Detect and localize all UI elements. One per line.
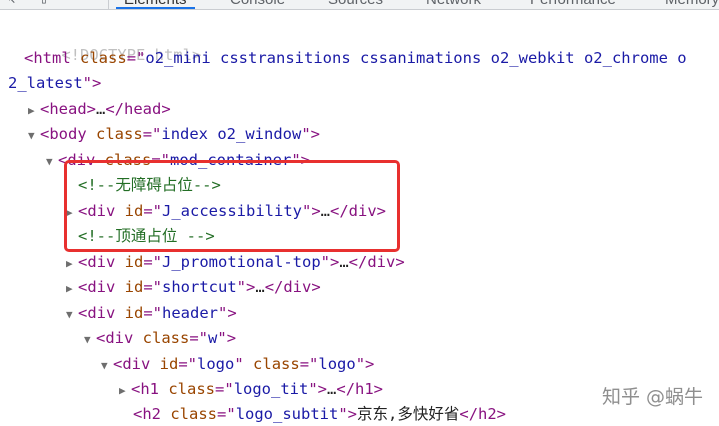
tab-console[interactable]: Console	[230, 0, 285, 9]
div-logo-node[interactable]: ▼ <div id="logo" class="logo">	[101, 353, 374, 375]
watermark-text: 知乎 @蜗牛	[601, 386, 703, 408]
equals-sign: ="	[143, 304, 163, 322]
equals-sign: ="	[215, 380, 234, 398]
h1-logo-tit-node[interactable]: ▶ <h1 class="logo_tit">…</h1>	[119, 378, 383, 400]
html-class-attr: class	[80, 49, 127, 67]
device-toolbar-icon[interactable]: ▯	[40, 0, 48, 7]
div-id-attr: id	[124, 304, 144, 322]
quote-bracket-close: ">	[301, 125, 321, 143]
quote-bracket-close: ">	[308, 380, 328, 398]
h1-tag: <h1	[131, 380, 159, 398]
html-tag-close: >	[92, 74, 102, 92]
html-node[interactable]: <html class="o2_mini csstransitions cssa…	[24, 47, 687, 69]
ellipsis: …	[96, 100, 106, 118]
collapse-triangle-icon[interactable]: ▼	[84, 329, 96, 351]
div-id-attr: id	[124, 278, 144, 296]
equals-sign: ="	[189, 329, 209, 347]
collapse-triangle-icon[interactable]: ▼	[66, 304, 78, 326]
div-id-value: shortcut	[162, 278, 237, 296]
expand-triangle-icon[interactable]: ▶	[66, 278, 78, 300]
div-tag: <div	[96, 329, 134, 347]
div-promotional-top-node[interactable]: ▶ <div id="J_promotional-top">…</div>	[66, 251, 405, 273]
quote-bracket-close: ">	[355, 355, 375, 373]
collapse-triangle-icon[interactable]: ▼	[28, 125, 40, 147]
h2-class-attr: class	[170, 405, 218, 423]
equals-sign: ="	[299, 355, 319, 373]
expand-triangle-icon[interactable]: ▶	[66, 253, 78, 275]
inspect-icon[interactable]: ↖︎	[8, 0, 16, 7]
red-highlight-box	[64, 160, 400, 252]
html-tag: <html	[24, 49, 71, 67]
h2-logo-subtit-node[interactable]: <h2 class="logo_subtit">京东,多快好省</h2>	[133, 403, 506, 425]
div-shortcut-node[interactable]: ▶ <div id="shortcut">…</div>	[66, 276, 321, 298]
head-end-tag: </head>	[105, 100, 171, 118]
equals-sign: ="	[143, 278, 163, 296]
body-class-attr: class	[96, 125, 143, 143]
div-id-attr: id	[124, 253, 144, 271]
div-end-tag: </div>	[264, 278, 321, 296]
div-id-value: header	[162, 304, 219, 322]
equals-sign: ="	[217, 405, 236, 423]
expand-triangle-icon[interactable]: ▶	[28, 100, 40, 122]
ellipsis: …	[327, 380, 337, 398]
html-class-value: o2_mini csstransitions cssanimations o2_…	[145, 49, 687, 67]
div-tag: <div	[78, 278, 116, 296]
ellipsis: …	[339, 253, 349, 271]
h2-class-value: logo_subtit	[235, 405, 339, 423]
devtools-tab-bar: ↖︎ ▯ Elements Console Sources Network Pe…	[0, 0, 719, 10]
h1-class-value: logo_tit	[233, 380, 309, 398]
tab-separator	[108, 0, 109, 9]
quote-bracket-close: ">	[218, 304, 237, 322]
html-node-continued: 2_latest">	[8, 72, 101, 94]
div-tag: <div	[78, 253, 116, 271]
head-node[interactable]: ▶ <head>…</head>	[28, 98, 171, 120]
head-tag: <head>	[40, 100, 96, 118]
equals-sign: ="	[126, 49, 146, 67]
tab-performance[interactable]: Performance	[530, 0, 616, 9]
collapse-triangle-icon[interactable]: ▼	[101, 355, 113, 377]
div-class-attr: class	[253, 355, 300, 373]
div-tag: <div	[113, 355, 151, 373]
expand-triangle-icon[interactable]: ▶	[119, 380, 131, 402]
body-class-value: index o2_window	[161, 125, 302, 143]
div-class-value: w	[208, 329, 218, 347]
h2-text: 京东,多快好省	[357, 405, 460, 423]
html-class-value-cont: 2_latest	[8, 74, 83, 92]
equals-sign: ="	[143, 253, 163, 271]
h1-class-attr: class	[168, 380, 216, 398]
ellipsis: …	[255, 278, 265, 296]
tab-sources[interactable]: Sources	[328, 0, 383, 9]
equals-sign: ="	[178, 355, 198, 373]
body-node[interactable]: ▼ <body class="index o2_window">	[28, 123, 320, 145]
body-tag: <body	[40, 125, 87, 143]
quote-close: "	[234, 355, 244, 373]
div-id-attr: id	[159, 355, 179, 373]
quote-bracket-close: ">	[338, 405, 358, 423]
quote-close: "	[82, 74, 92, 92]
div-tag: <div	[78, 304, 116, 322]
div-header-node[interactable]: ▼ <div id="header">	[66, 302, 237, 324]
h1-end-tag: </h1>	[336, 380, 384, 398]
div-end-tag: </div>	[348, 253, 405, 271]
h2-tag: <h2	[133, 405, 161, 423]
quote-bracket-close: ">	[236, 278, 256, 296]
tab-memory[interactable]: Memory	[665, 0, 719, 9]
div-class-value: logo	[318, 355, 356, 373]
equals-sign: ="	[142, 125, 162, 143]
doctype-node[interactable]: <!DOCTYPE html>	[24, 22, 201, 64]
div-id-value: logo	[197, 355, 235, 373]
quote-bracket-close: ">	[217, 329, 237, 347]
div-class-attr: class	[142, 329, 190, 347]
div-id-value: J_promotional-top	[162, 253, 321, 271]
collapse-triangle-icon[interactable]: ▼	[46, 151, 58, 173]
h2-end-tag: </h2>	[459, 405, 507, 423]
div-w-node[interactable]: ▼ <div class="w">	[84, 327, 236, 349]
tab-network[interactable]: Network	[426, 0, 481, 9]
tab-elements[interactable]: Elements	[116, 0, 195, 9]
quote-bracket-close: ">	[320, 253, 340, 271]
